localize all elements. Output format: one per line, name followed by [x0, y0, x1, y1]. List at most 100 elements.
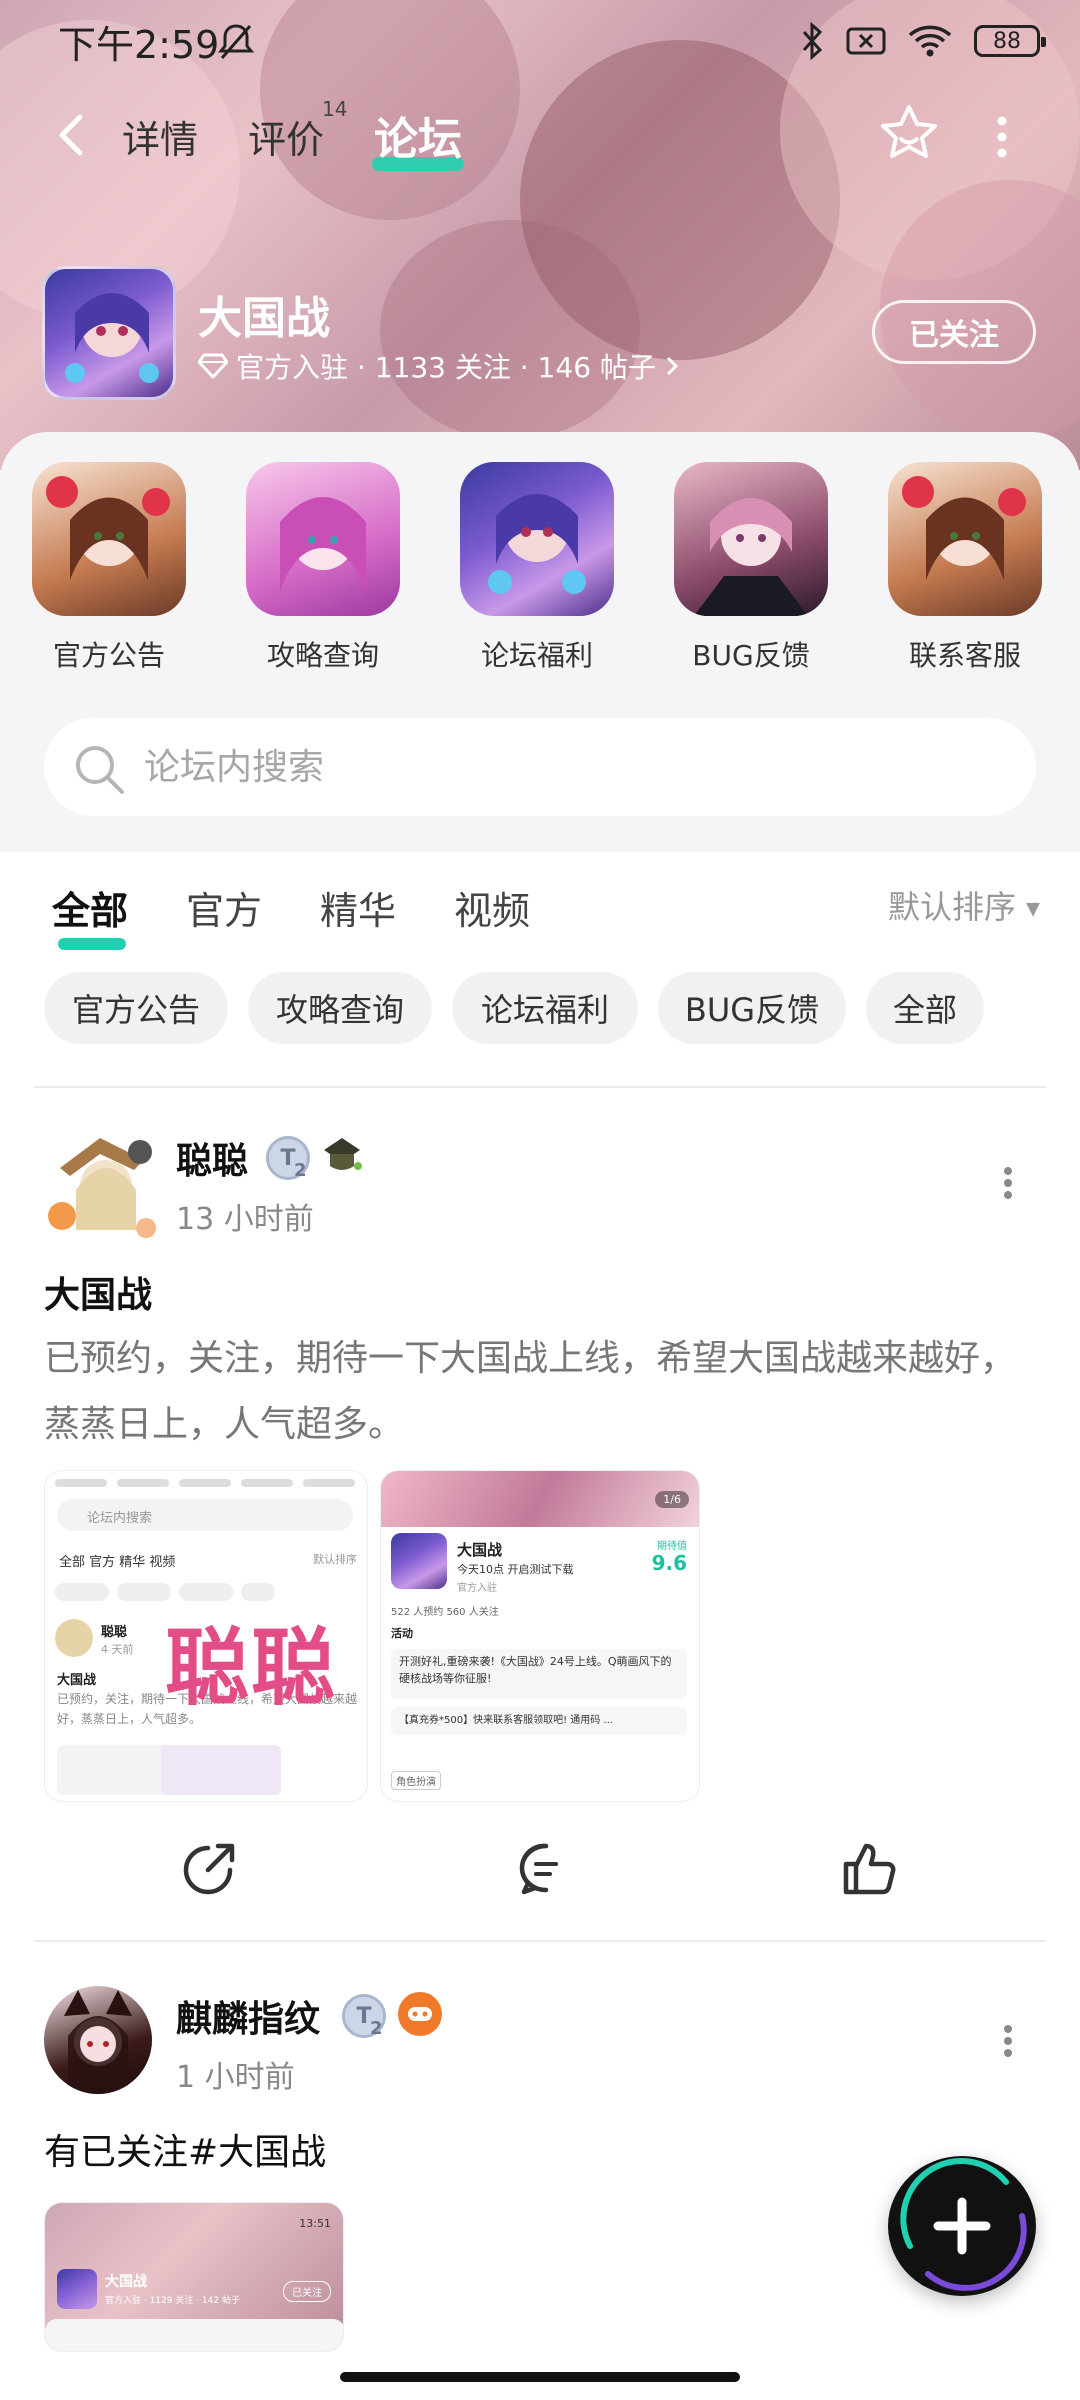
- quick-link-label: BUG反馈: [692, 639, 810, 672]
- back-arrow-icon[interactable]: [52, 113, 92, 157]
- chevron-right-icon: [666, 356, 679, 376]
- filter-tab-video[interactable]: 视频: [454, 880, 530, 935]
- like-icon[interactable]: [840, 1838, 900, 1898]
- quick-link-label: 论坛福利: [480, 639, 593, 672]
- thumb-status-time: 13:51: [299, 2217, 331, 2230]
- thumb-line: [55, 1479, 107, 1487]
- status-icons: 88: [800, 16, 1046, 66]
- bug-report-art: [694, 498, 808, 616]
- battery-indicator: 88: [974, 25, 1046, 57]
- filter-tab-all[interactable]: 全部: [52, 880, 128, 935]
- more-options-icon[interactable]: [992, 115, 1012, 159]
- post-more-icon[interactable]: [1002, 1166, 1014, 1200]
- sort-dropdown[interactable]: 默认排序 ▼: [888, 882, 1040, 928]
- thumb-event: 【真充券*500】快来联系客服领取吧! 通用码 ...: [391, 1707, 687, 1735]
- gamepad-badge-icon: [398, 1992, 442, 2036]
- quick-link-label: 攻略查询: [266, 639, 379, 672]
- avatar[interactable]: [44, 1986, 152, 2094]
- avatar[interactable]: [36, 1116, 166, 1246]
- tab-reviews[interactable]: 评价: [248, 109, 324, 164]
- thumb-chip: [179, 1583, 233, 1601]
- thumb-chip: [117, 1583, 171, 1601]
- thumb-chip: [241, 1583, 275, 1601]
- thumb-game-icon: [391, 1533, 447, 1589]
- thumb-panel: [45, 2319, 343, 2351]
- chip-guides[interactable]: 攻略查询: [248, 972, 432, 1044]
- tab-details[interactable]: 详情: [122, 109, 198, 164]
- tab-forum[interactable]: 论坛: [374, 103, 462, 167]
- post-divider: [34, 1940, 1046, 1942]
- quick-link-guides[interactable]: 攻略查询: [246, 462, 400, 674]
- post-author[interactable]: 麒麟指纹: [176, 1990, 320, 2042]
- reviews-count-badge: 14: [322, 97, 348, 121]
- wifi-icon: [908, 25, 952, 57]
- chip-bug-report[interactable]: BUG反馈: [658, 972, 846, 1044]
- chip-announcements[interactable]: 官方公告: [44, 972, 228, 1044]
- bug-report-icon: [674, 462, 828, 616]
- thumb-banner: [381, 1471, 699, 1527]
- quick-link-announcements[interactable]: 官方公告: [32, 462, 186, 674]
- announcement-icon: [32, 462, 186, 616]
- post-image-thumbnail[interactable]: 论坛内搜索 全部 官方 精华 视频 默认排序 聪聪 4 天前 大国战 已预约，关…: [44, 1470, 368, 1802]
- watermark-text: 聪聪: [165, 1619, 338, 1717]
- create-post-button[interactable]: [888, 2156, 1036, 2296]
- filter-tabs: 全部 官方 精华 视频 默认排序 ▼: [0, 852, 1080, 962]
- thumb-stats: 522 人预约 560 人关注: [391, 1607, 499, 1618]
- forum-search-bar[interactable]: [44, 718, 1036, 816]
- thumb-mini-image: [57, 1745, 177, 1795]
- game-character-art: [65, 293, 159, 383]
- avatar-art: [48, 1138, 156, 1238]
- quick-link-welfare[interactable]: 论坛福利: [460, 462, 614, 674]
- quick-link-support[interactable]: 联系客服: [888, 462, 1042, 674]
- post-body[interactable]: 已预约，关注，期待一下大国战上线，希望大国战越来越好，蒸蒸日上，人气超多。: [44, 1326, 1034, 1458]
- followed-button[interactable]: 已关注: [872, 300, 1036, 364]
- mute-bell-icon: [218, 24, 254, 59]
- thumb-chip: [55, 1583, 109, 1601]
- post-title[interactable]: 大国战: [44, 1266, 152, 1318]
- favorite-star-icon[interactable]: [878, 103, 940, 165]
- status-time: 下午2:59: [58, 23, 220, 67]
- thumb-search: 论坛内搜索: [57, 1499, 353, 1531]
- thumb-tabs: 全部 官方 精华 视频: [59, 1555, 176, 1570]
- chip-all[interactable]: 全部: [866, 972, 984, 1044]
- status-bar: 下午2:59 88: [0, 0, 1080, 90]
- thumb-chips: [55, 1583, 355, 1603]
- filter-tab-official[interactable]: 官方: [186, 880, 262, 935]
- share-icon[interactable]: [178, 1840, 238, 1900]
- quick-link-bug-report[interactable]: BUG反馈: [674, 462, 828, 674]
- game-meta-text: 官方入驻 · 1133 关注 · 146 帖子: [236, 351, 656, 384]
- announcement-art: [46, 476, 170, 580]
- support-icon: [888, 462, 1042, 616]
- thumb-activity: 活动: [391, 1627, 413, 1640]
- thumb-official: 官方入驻: [457, 1583, 497, 1594]
- post-body[interactable]: 有已关注#大国战: [44, 2120, 1034, 2186]
- search-input[interactable]: [144, 734, 1004, 800]
- section-divider: [34, 1086, 1046, 1088]
- post-more-icon[interactable]: [1002, 2024, 1014, 2058]
- home-indicator[interactable]: [340, 2372, 740, 2382]
- post-author[interactable]: 聪聪: [176, 1132, 248, 1184]
- thumb-time: 4 天前: [101, 1643, 134, 1656]
- filter-tab-featured[interactable]: 精华: [320, 880, 396, 935]
- quick-link-label: 官方公告: [52, 639, 165, 672]
- thumb-game-meta: 官方入驻 · 1129 关注 · 142 帖子: [105, 2296, 240, 2306]
- dropdown-triangle-icon: ▼: [1026, 898, 1040, 920]
- thumb-game-name: 大国战: [457, 1541, 503, 1559]
- post-image-thumbnail[interactable]: 1/6 大国战 今天10点 开启测试下载 官方入驻 期待值 9.6 522 人预…: [380, 1470, 700, 1802]
- gamepad-glyph: [408, 2007, 432, 2021]
- thumb-author: 聪聪: [101, 1625, 128, 1640]
- quick-link-label: 联系客服: [908, 639, 1021, 672]
- post-time: 13 小时前: [176, 1202, 314, 1237]
- support-art: [902, 476, 1026, 580]
- thumb-tag: 角色扮演: [391, 1771, 441, 1790]
- chip-welfare[interactable]: 论坛福利: [452, 972, 638, 1044]
- sort-label: 默认排序: [887, 888, 1016, 926]
- post-image-thumbnail[interactable]: 13:51 大国战 官方入驻 · 1129 关注 · 142 帖子 已关注: [44, 2202, 344, 2352]
- game-title: 大国战: [198, 293, 330, 344]
- game-icon[interactable]: [42, 266, 176, 400]
- welfare-icon: [460, 462, 614, 616]
- thumb-follow: 已关注: [283, 2281, 331, 2302]
- comment-icon[interactable]: [516, 1840, 576, 1900]
- game-meta[interactable]: 官方入驻 · 1133 关注 · 146 帖子: [198, 346, 680, 386]
- diamond-icon: [198, 353, 228, 379]
